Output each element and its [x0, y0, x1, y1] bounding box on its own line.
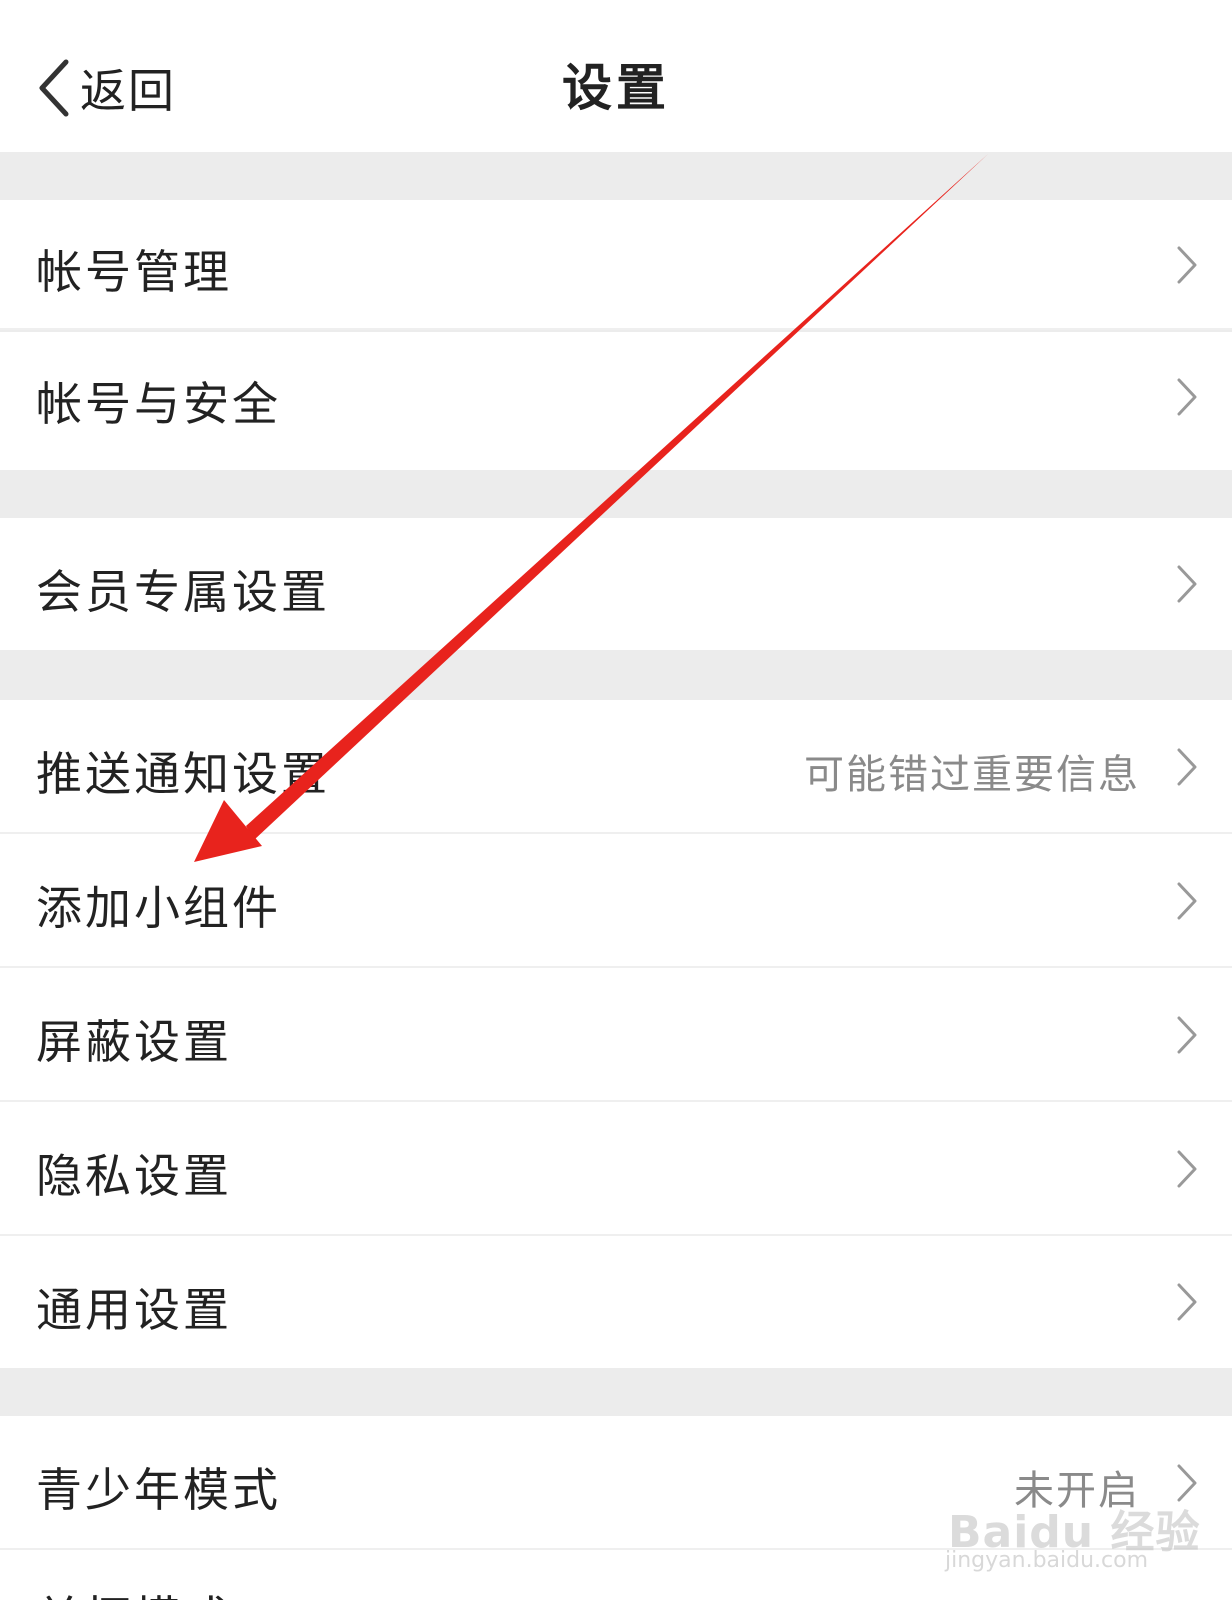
settings-item-label: 帐号与安全 [36, 377, 281, 431]
settings-item-label: 会员专属设置 [36, 565, 330, 619]
settings-item-general[interactable]: 通用设置 [0, 1236, 1232, 1368]
settings-item-label: 关怀模式 [36, 1582, 232, 1600]
settings-item-label: 屏蔽设置 [36, 1015, 232, 1069]
chevron-right-icon [1177, 1150, 1197, 1188]
settings-item-block[interactable]: 屏蔽设置 [0, 968, 1232, 1102]
chevron-right-icon [1177, 882, 1197, 920]
settings-item-label: 通用设置 [36, 1283, 232, 1337]
chevron-right-icon [1177, 246, 1197, 284]
page-title: 设置 [562, 59, 670, 117]
settings-item-account-security[interactable]: 帐号与安全 [0, 332, 1232, 470]
settings-item-label: 隐私设置 [36, 1149, 232, 1203]
chevron-right-icon [1177, 748, 1197, 786]
settings-item-push[interactable]: 推送通知设置 可能错过重要信息 [0, 700, 1232, 834]
baidu-watermark-url: jingyan.baidu.com [945, 1548, 1149, 1573]
chevron-right-icon [1177, 1016, 1197, 1054]
settings-item-label: 帐号管理 [36, 245, 232, 299]
settings-item-value: 可能错过重要信息 [804, 752, 1140, 798]
settings-item-label: 推送通知设置 [36, 747, 330, 801]
settings-item-privacy[interactable]: 隐私设置 [0, 1102, 1232, 1236]
settings-item-add-widget[interactable]: 添加小组件 [0, 834, 1232, 968]
chevron-right-icon [1177, 565, 1197, 603]
divider [0, 328, 1232, 330]
chevron-right-icon [1177, 1283, 1197, 1321]
nav-bar: 返回 设置 [0, 0, 1232, 152]
settings-item-vip[interactable]: 会员专属设置 [0, 518, 1232, 650]
settings-item-account-manage[interactable]: 帐号管理 [0, 200, 1232, 330]
settings-item-label: 添加小组件 [36, 881, 281, 935]
chevron-right-icon [1177, 378, 1197, 416]
settings-item-label: 青少年模式 [36, 1463, 281, 1517]
